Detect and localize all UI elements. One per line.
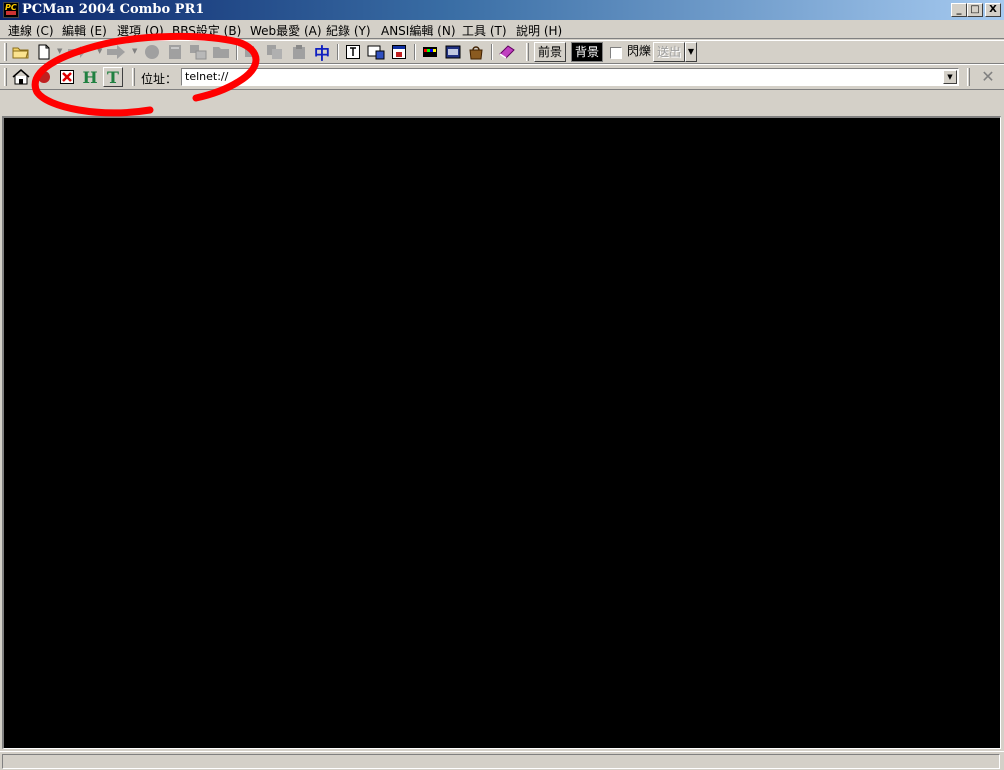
reconnect-icon xyxy=(165,43,185,61)
address-input[interactable]: telnet:// ▼ xyxy=(181,68,959,86)
status-pane xyxy=(2,754,1000,769)
connect-arrow-icon xyxy=(106,43,126,61)
text-icon[interactable] xyxy=(343,43,363,61)
bag-icon[interactable] xyxy=(466,43,486,61)
menu-bbs-settings[interactable]: BBS設定 (B) xyxy=(172,22,241,39)
menu-ansi-edit[interactable]: ANSI編輯 (N) xyxy=(381,22,456,39)
minimize-button[interactable]: _ xyxy=(951,3,967,17)
open-folder-icon[interactable] xyxy=(11,43,31,61)
home-icon[interactable] xyxy=(11,68,31,86)
toolbar-grip[interactable] xyxy=(4,68,7,86)
background-color-button[interactable]: 背景 xyxy=(571,42,604,62)
window-icon[interactable] xyxy=(389,43,409,61)
disabled-connect-icon xyxy=(66,43,86,61)
toolbar-separator xyxy=(491,44,493,60)
favorites-icon xyxy=(211,43,231,61)
toolbar-grip[interactable] xyxy=(526,43,529,61)
menu-web-favorites[interactable]: Web最愛 (A) xyxy=(250,22,322,39)
keyboard-icon[interactable] xyxy=(443,43,463,61)
toolbar-grip[interactable] xyxy=(4,43,7,61)
send-button[interactable]: 送出 xyxy=(653,42,686,62)
toolbar-separator xyxy=(236,44,238,60)
menu-edit[interactable]: 編輯 (E) xyxy=(62,22,107,39)
copy-icon xyxy=(241,43,261,61)
menu-log[interactable]: 紀錄 (Y) xyxy=(326,22,371,39)
stop-icon[interactable] xyxy=(34,68,54,86)
switch-window-icon xyxy=(188,43,208,61)
window-title: PCMan 2004 Combo PR1 xyxy=(22,2,205,17)
dropdown-arrow-icon[interactable]: ▼ xyxy=(97,47,102,55)
menu-connect[interactable]: 連線 (C) xyxy=(8,22,54,39)
send-dropdown-arrow-icon[interactable]: ▼ xyxy=(685,42,697,62)
status-bar xyxy=(0,751,1004,770)
menu-options[interactable]: 選項 (O) xyxy=(117,22,164,39)
address-toolbar: H T 位址： telnet:// ▼ ✕ xyxy=(0,64,1004,90)
toolbar-separator xyxy=(337,44,339,60)
new-document-icon[interactable] xyxy=(34,43,54,61)
maximize-button[interactable]: □ xyxy=(967,3,983,17)
address-dropdown-icon[interactable]: ▼ xyxy=(943,70,957,84)
menu-bar: 連線 (C) 編輯 (E) 選項 (O) BBS設定 (B) Web最愛 (A)… xyxy=(0,20,1004,39)
html-h-icon[interactable]: H xyxy=(80,68,100,87)
toolbar-grip[interactable] xyxy=(132,68,135,86)
book-icon[interactable] xyxy=(497,43,517,61)
blink-checkbox[interactable] xyxy=(610,47,622,59)
address-label: 位址： xyxy=(141,72,178,86)
main-toolbar: ▼ ▼ ▼ 中 前景 背景 閃爍 送出 ▼ xyxy=(0,40,1004,64)
terminal-screen[interactable] xyxy=(2,116,1001,749)
title-bar[interactable]: PC PCMan 2004 Combo PR1 _ □ X xyxy=(0,0,1004,20)
address-value: telnet:// xyxy=(185,70,229,83)
foreground-color-button[interactable]: 前景 xyxy=(534,42,567,62)
toolbar-separator xyxy=(414,44,416,60)
color-palette-icon[interactable] xyxy=(420,43,440,61)
app-window: PC PCMan 2004 Combo PR1 _ □ X 連線 (C) 編輯 … xyxy=(0,0,1004,770)
disconnect-icon xyxy=(142,43,162,61)
dropdown-arrow-icon[interactable]: ▼ xyxy=(132,47,137,55)
chinese-input-icon[interactable]: 中 xyxy=(312,43,332,63)
app-logo-icon: PC xyxy=(3,2,19,18)
close-tab-icon[interactable]: ✕ xyxy=(978,67,998,87)
menu-tools[interactable]: 工具 (T) xyxy=(462,22,507,39)
text-t-icon[interactable]: T xyxy=(103,67,123,87)
paste-icon xyxy=(289,43,309,61)
close-page-icon[interactable] xyxy=(57,68,77,86)
close-window-button[interactable]: X xyxy=(985,3,1001,17)
table-icon[interactable] xyxy=(366,43,386,61)
blink-label: 閃爍 xyxy=(627,44,652,58)
toolbar-grip[interactable] xyxy=(967,68,970,86)
copy-icon xyxy=(265,43,285,61)
dropdown-arrow-icon[interactable]: ▼ xyxy=(57,47,62,55)
menu-help[interactable]: 說明 (H) xyxy=(516,22,562,39)
